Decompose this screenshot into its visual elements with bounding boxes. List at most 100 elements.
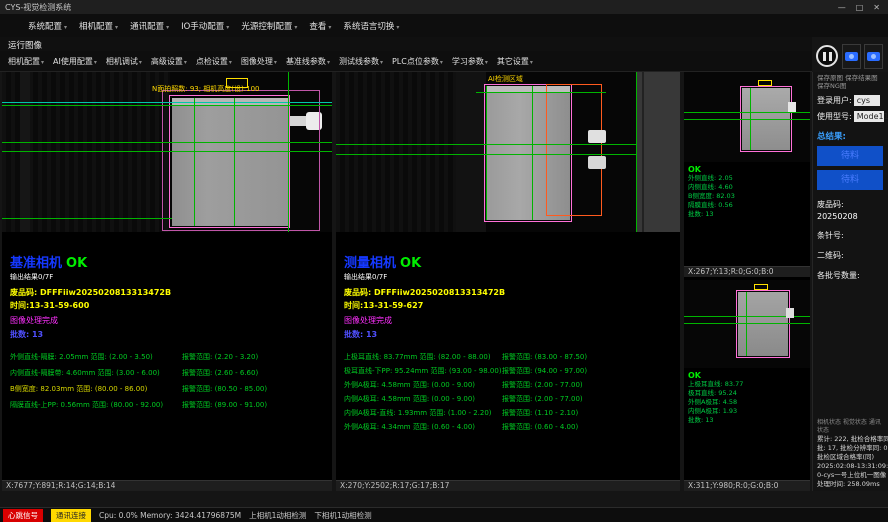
tool-camera-config[interactable]: 相机配置 bbox=[8, 56, 44, 67]
scrap-code-value: 20250208 bbox=[817, 212, 884, 221]
menu-language-switch[interactable]: 系统语言切换 bbox=[343, 20, 399, 32]
measurement-list: 外侧直线-隔膜: 2.05mm 范围: (2.00 - 3.50) 报警范围: … bbox=[10, 350, 324, 414]
result-subtitle: 输出结果0/7F bbox=[344, 272, 672, 282]
model-label: 使用型号: bbox=[817, 111, 852, 122]
menu-light-control-config[interactable]: 光源控制配置 bbox=[241, 20, 297, 32]
close-icon[interactable]: ✕ bbox=[873, 3, 880, 12]
status-row: 相机状态 视觉状态 通讯状态 bbox=[817, 419, 885, 435]
measure-camera-image[interactable]: AI检测区域 bbox=[336, 72, 680, 232]
measure-line-vertical bbox=[486, 86, 487, 220]
result-box-2: 待料 bbox=[817, 170, 883, 190]
menu-system-config[interactable]: 系统配置 bbox=[28, 20, 67, 32]
image-texture bbox=[20, 72, 30, 232]
measure-line-vertical bbox=[194, 98, 195, 226]
coordinate-readout: X:270;Y:2502;R:17;G:17;B:17 bbox=[336, 480, 680, 491]
result-box-1: 待料 bbox=[817, 146, 883, 166]
measure-line bbox=[2, 151, 332, 152]
coordinate-readout: X:311;Y:980;R:0;G:0;B:0 bbox=[684, 480, 810, 491]
result-barcode: 废品码: DFFFiiw2025020813313472B bbox=[10, 287, 324, 298]
bar-number-label: 条针号: bbox=[817, 230, 884, 241]
tool-ai-use-config[interactable]: AI使用配置 bbox=[53, 56, 97, 67]
window-controls: — □ ✕ bbox=[838, 0, 886, 14]
measurement-row: B侧宽度: 82.03mm 范围: (80.00 - 86.00) 报警范围: … bbox=[10, 382, 324, 398]
bright-feature bbox=[786, 308, 794, 318]
login-user-row: 登录用户: cys bbox=[817, 95, 884, 106]
preview2-text: OK 上极耳直线: 83.77 极耳直线: 95.24 外侧A极耳: 4.58 … bbox=[684, 368, 810, 480]
qr-code-field: 二维码: bbox=[817, 250, 884, 261]
measurement-row: 极耳直线-下PP: 95.24mm 范围: (93.00 - 98.00) 报警… bbox=[344, 364, 672, 378]
menu-view[interactable]: 查看 bbox=[309, 20, 331, 32]
tool-learning-params[interactable]: 学习参数 bbox=[452, 56, 488, 67]
tool-advanced-settings[interactable]: 高级设置 bbox=[151, 56, 187, 67]
camera-icon bbox=[867, 52, 880, 61]
model-row: 使用型号: Mode11 bbox=[817, 111, 884, 122]
result-title: 测量相机OK bbox=[344, 252, 672, 271]
cpu-memory-text: Cpu: 0.0% Memory: 3424.41796875M bbox=[99, 511, 241, 520]
tab-run-image[interactable]: 运行图像 bbox=[8, 39, 42, 51]
measure-result-block: 测量相机OK 输出结果0/7F 废品码: DFFFiiw202502081331… bbox=[336, 232, 680, 480]
minimize-icon[interactable]: — bbox=[838, 3, 846, 12]
maximize-icon[interactable]: □ bbox=[856, 3, 864, 12]
camera-panel-baseline: N面拍照数: 93; 相机高度(设):100 基准相机OK 输出结果0/7F 废… bbox=[2, 72, 332, 491]
tool-plc-point-params[interactable]: PLC点位参数 bbox=[392, 56, 443, 67]
result-time: 时间:13-31-59-627 bbox=[344, 300, 672, 311]
measure-line-vertical bbox=[288, 72, 289, 232]
menu-comm-config[interactable]: 通讯配置 bbox=[130, 20, 169, 32]
bright-feature bbox=[588, 156, 606, 169]
measure-line bbox=[476, 92, 606, 93]
tool-spot-check[interactable]: 点检设置 bbox=[196, 56, 232, 67]
pause-button[interactable] bbox=[816, 45, 838, 67]
tool-baseline-params[interactable]: 基准线参数 bbox=[286, 56, 330, 67]
top-camera-status: 上相机1动相检测 bbox=[249, 510, 306, 521]
result-title: 基准相机OK bbox=[10, 252, 324, 271]
tool-testline-params[interactable]: 测试线参数 bbox=[339, 56, 383, 67]
model-select[interactable]: Mode11 bbox=[854, 111, 884, 122]
heartbeat-badge: 心跳信号 bbox=[3, 509, 43, 522]
camera-icon bbox=[845, 52, 858, 61]
camera-1-button[interactable] bbox=[842, 44, 861, 69]
menu-camera-config[interactable]: 相机配置 bbox=[79, 20, 118, 32]
tool-bar: 相机配置 AI使用配置 相机调试 高级设置 点检设置 图像处理 基准线参数 测试… bbox=[0, 51, 812, 72]
measurement-row: 外侧A极耳: 4.34mm 范围: (0.60 - 4.00) 报警范围: (0… bbox=[344, 420, 672, 434]
statistics-block: 相机状态 视觉状态 通讯状态 累计: 222, 批检合格率同 批: 17, 批检… bbox=[817, 419, 885, 489]
qr-code-label: 二维码: bbox=[817, 250, 884, 261]
measure-line bbox=[2, 102, 332, 103]
result-process-status: 图像处理完成 bbox=[344, 315, 672, 326]
measure-line bbox=[2, 105, 332, 106]
save-options[interactable]: 保存原图 保存结果图 保存NG图 bbox=[817, 74, 884, 90]
tool-other-settings[interactable]: 其它设置 bbox=[497, 56, 533, 67]
camera-2-button[interactable] bbox=[864, 44, 883, 69]
result-barcode: 废品码: DFFFiiw2025020813313472B bbox=[344, 287, 672, 298]
preview1-image[interactable] bbox=[684, 72, 810, 162]
measure-line-vertical bbox=[750, 88, 751, 150]
pause-icon bbox=[823, 52, 826, 61]
measure-line-vertical bbox=[234, 98, 235, 226]
marker-box-yellow bbox=[754, 284, 768, 290]
tool-image-processing[interactable]: 图像处理 bbox=[241, 56, 277, 67]
measure-line-vertical bbox=[636, 72, 637, 232]
result-batch: 批数: 13 bbox=[344, 329, 672, 340]
measurement-row: 内侧直线-隔膜带: 4.60mm 范围: (3.00 - 6.00) 报警范围:… bbox=[10, 366, 324, 382]
measure-line bbox=[684, 112, 810, 113]
result-batch: 批数: 13 bbox=[10, 329, 324, 340]
measure-line bbox=[2, 218, 172, 219]
menu-io-manual-config[interactable]: IO手动配置 bbox=[181, 20, 229, 32]
measure-line-vertical bbox=[746, 292, 747, 356]
measurement-list: 上极耳直线: 83.77mm 范围: (82.00 - 88.00) 报警范围:… bbox=[344, 350, 672, 434]
tool-camera-debug[interactable]: 相机调试 bbox=[106, 56, 142, 67]
baseline-result-block: 基准相机OK 输出结果0/7F 废品码: DFFFiiw202502081331… bbox=[2, 232, 332, 480]
batch-count-label: 各批号数量: bbox=[817, 270, 884, 281]
image-texture bbox=[336, 72, 456, 232]
camera-panel-measure: AI检测区域 测量相机OK 输出结果0/7F 废品码: DFFFiiw20250… bbox=[336, 72, 680, 491]
roi-rect-outer bbox=[162, 90, 320, 231]
preview2-image[interactable] bbox=[684, 280, 810, 368]
result-time: 时间:13-31-59-600 bbox=[10, 300, 324, 311]
measure-line bbox=[684, 323, 810, 324]
roi-rect-pink bbox=[736, 290, 790, 358]
bar-number-field: 条针号: bbox=[817, 230, 884, 241]
marker-box-yellow bbox=[758, 80, 772, 86]
machine-column-line bbox=[642, 72, 644, 232]
baseline-camera-image[interactable]: N面拍照数: 93; 相机高度(设):100 bbox=[2, 72, 332, 232]
image-overlay-text: AI检测区域 bbox=[488, 74, 523, 84]
menu-bar: 系统配置 相机配置 通讯配置 IO手动配置 光源控制配置 查看 系统语言切换 bbox=[0, 14, 888, 37]
